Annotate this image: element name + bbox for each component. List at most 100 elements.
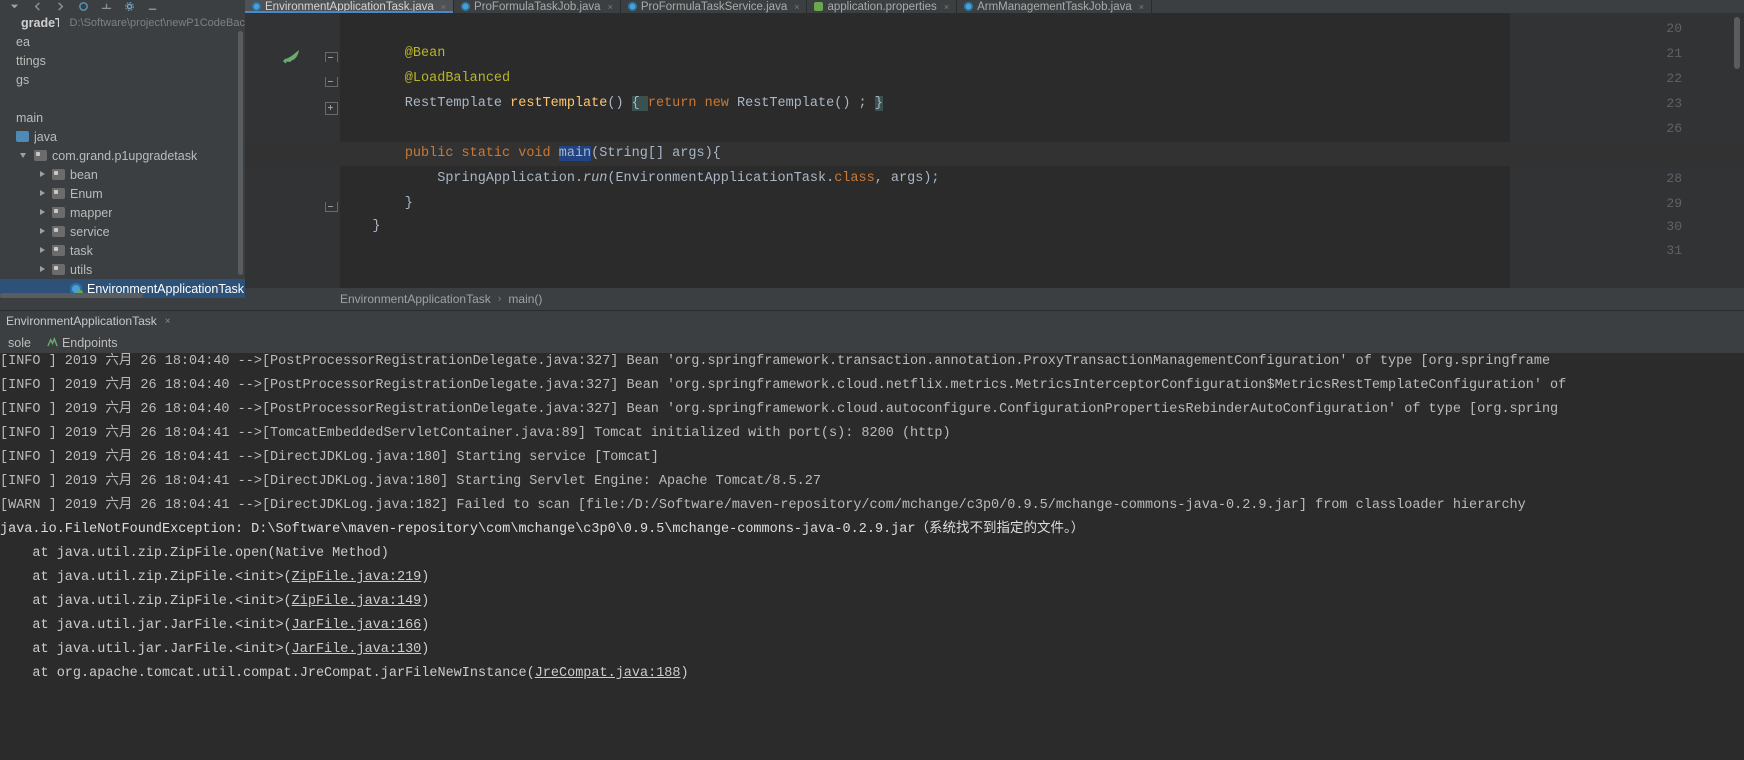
close-icon[interactable]: × [608,2,613,12]
code-fold-toggle[interactable] [325,202,338,212]
code-line-23[interactable]: RestTemplate restTemplate() { return new… [340,92,883,116]
tree-node-mapper[interactable]: mapper [0,203,245,222]
editor-tab-1[interactable]: ProFormulaTaskJob.java × [454,0,621,13]
editor-vertical-scrollbar[interactable] [1734,17,1740,69]
code-line-21[interactable]: @Bean [340,42,446,66]
tree-node-label: service [70,224,110,239]
breadcrumb-item-0[interactable]: EnvironmentApplicationTask [340,292,491,306]
code-fold-toggle[interactable] [325,102,338,115]
tree-node-ea[interactable]: ea [0,32,245,51]
console-tab-sole[interactable]: sole [0,332,39,353]
idea-window: EnvironmentApplicationTask.java × ProFormu… [0,0,1744,760]
chevron-right-icon[interactable] [38,227,47,236]
spring-bean-gutter-icon[interactable] [283,48,301,64]
tree-node-com-grand-p1upgradetask[interactable]: com.grand.p1upgradetask [0,146,245,165]
stacktrace-link[interactable]: JreCompat.java:188 [535,666,681,681]
run-config-tab[interactable]: EnvironmentApplicationTask × [0,311,177,331]
editor-tab-0[interactable]: EnvironmentApplicationTask.java × [245,0,455,13]
tree-node-service[interactable]: service [0,222,245,241]
tree-node-label: task [70,243,93,258]
code-line-27[interactable]: public static void main(String[] args){ [245,142,1744,166]
chevron-right-icon[interactable] [38,246,47,255]
chevron-down-icon[interactable] [8,1,21,12]
editor-tab-3[interactable]: application.properties × [807,0,958,13]
source-folder-icon [16,131,29,142]
code-line-28[interactable]: SpringApplication.run(EnvironmentApplica… [340,167,939,191]
package-icon [52,264,65,275]
sync-icon[interactable] [77,1,90,12]
chevron-down-icon[interactable] [20,151,29,160]
chevron-right-icon[interactable] [38,208,47,217]
forward-icon[interactable] [54,1,67,12]
tree-node-gradetask[interactable]: gradeTask D:\Software\project\newP1CodeBa… [0,13,245,32]
console-line-text: at java.util.zip.ZipFile.open(Native Met… [0,546,389,561]
stacktrace-link[interactable]: ZipFile.java:219 [292,570,422,585]
code-line-22[interactable]: @LoadBalanced [340,67,510,91]
console-line-text: [INFO ] 2019 六月 26 18:04:41 -->[DirectJD… [0,450,659,465]
tree-node-resources[interactable]: resources [0,298,245,300]
project-horizontal-scrollbar[interactable] [0,293,143,298]
build-icon[interactable] [100,1,113,12]
stacktrace-link[interactable]: JarFile.java:130 [292,642,422,657]
code-token: (EnvironmentApplicationTask. [607,171,835,186]
stacktrace-link[interactable]: ZipFile.java:149 [292,594,422,609]
tree-node-blank[interactable] [0,89,245,108]
chevron-right-icon[interactable] [38,265,47,274]
console-output[interactable]: [INFO ] 2019 六月 26 18:04:40 -->[PostProc… [0,353,1744,760]
editor-tab-4[interactable]: ArmManagementTaskJob.java × [957,0,1153,13]
properties-file-icon [814,2,824,11]
settings-gear-icon[interactable] [123,1,136,12]
tree-node-utils[interactable]: utils [0,260,245,279]
code-token: class [834,171,875,186]
project-vertical-scrollbar[interactable] [238,31,243,275]
code-fold-toggle[interactable] [325,52,338,62]
code-editor[interactable]: 20212223262728293031 @Bean @LoadBalanced… [245,13,1744,288]
close-icon[interactable]: × [441,2,446,12]
console-line-tail: ) [421,570,430,585]
close-icon[interactable]: × [165,316,171,327]
code-text-area[interactable]: @Bean @LoadBalanced RestTemplate restTem… [245,13,1744,288]
editor-tab-label: ArmManagementTaskJob.java [977,0,1132,13]
editor-tab-2[interactable]: ProFormulaTaskService.java × [620,0,808,13]
breadcrumb-separator: › [497,293,502,305]
tree-node-bean[interactable]: bean [0,165,245,184]
console-line-tail: ) [421,642,430,657]
code-token: run [583,171,608,186]
minimize-icon[interactable] [146,1,159,12]
back-icon[interactable] [31,1,44,12]
console-tab-label: Endpoints [61,335,118,350]
endpoints-icon [47,336,58,348]
chevron-right-icon[interactable] [38,170,47,179]
tree-node-java[interactable]: java [0,127,245,146]
tree-node-ttings[interactable]: ttings [0,51,245,70]
tree-node-label: ea [16,34,30,49]
code-token: public static void [404,146,559,161]
console-line-text: [INFO ] 2019 六月 26 18:04:40 -->[PostProc… [0,402,1559,417]
chevron-right-icon[interactable] [38,189,47,198]
tree-node-task[interactable]: task [0,241,245,260]
project-tool-window[interactable]: gradeTask D:\Software\project\newP1CodeBa… [0,13,245,300]
package-icon [34,150,47,161]
editor-tab-label: ProFormulaTaskService.java [640,0,788,13]
close-icon[interactable]: × [1139,2,1144,12]
console-tab-endpoints[interactable]: Endpoints [39,332,126,353]
close-icon[interactable]: × [794,2,799,12]
code-token: } [340,196,413,211]
tree-node-label: utils [70,262,93,277]
code-fold-toggle[interactable] [325,77,338,87]
editor-tab-label: application.properties [827,0,937,13]
breadcrumb-item-1[interactable]: main() [508,292,542,306]
console-line-text: [INFO ] 2019 六月 26 18:04:41 -->[TomcatEm… [0,426,951,441]
breadcrumb[interactable]: EnvironmentApplicationTask › main() [245,288,1744,310]
code-line-29[interactable]: } [340,192,413,216]
tree-node-main[interactable]: main [0,108,245,127]
tree-node-gs[interactable]: gs [0,70,245,89]
tree-node-enum[interactable]: Enum [0,184,245,203]
main-toolbar [0,0,253,14]
close-icon[interactable]: × [944,2,949,12]
code-line-30[interactable]: } [340,215,380,239]
stacktrace-link[interactable]: JarFile.java:166 [292,618,422,633]
